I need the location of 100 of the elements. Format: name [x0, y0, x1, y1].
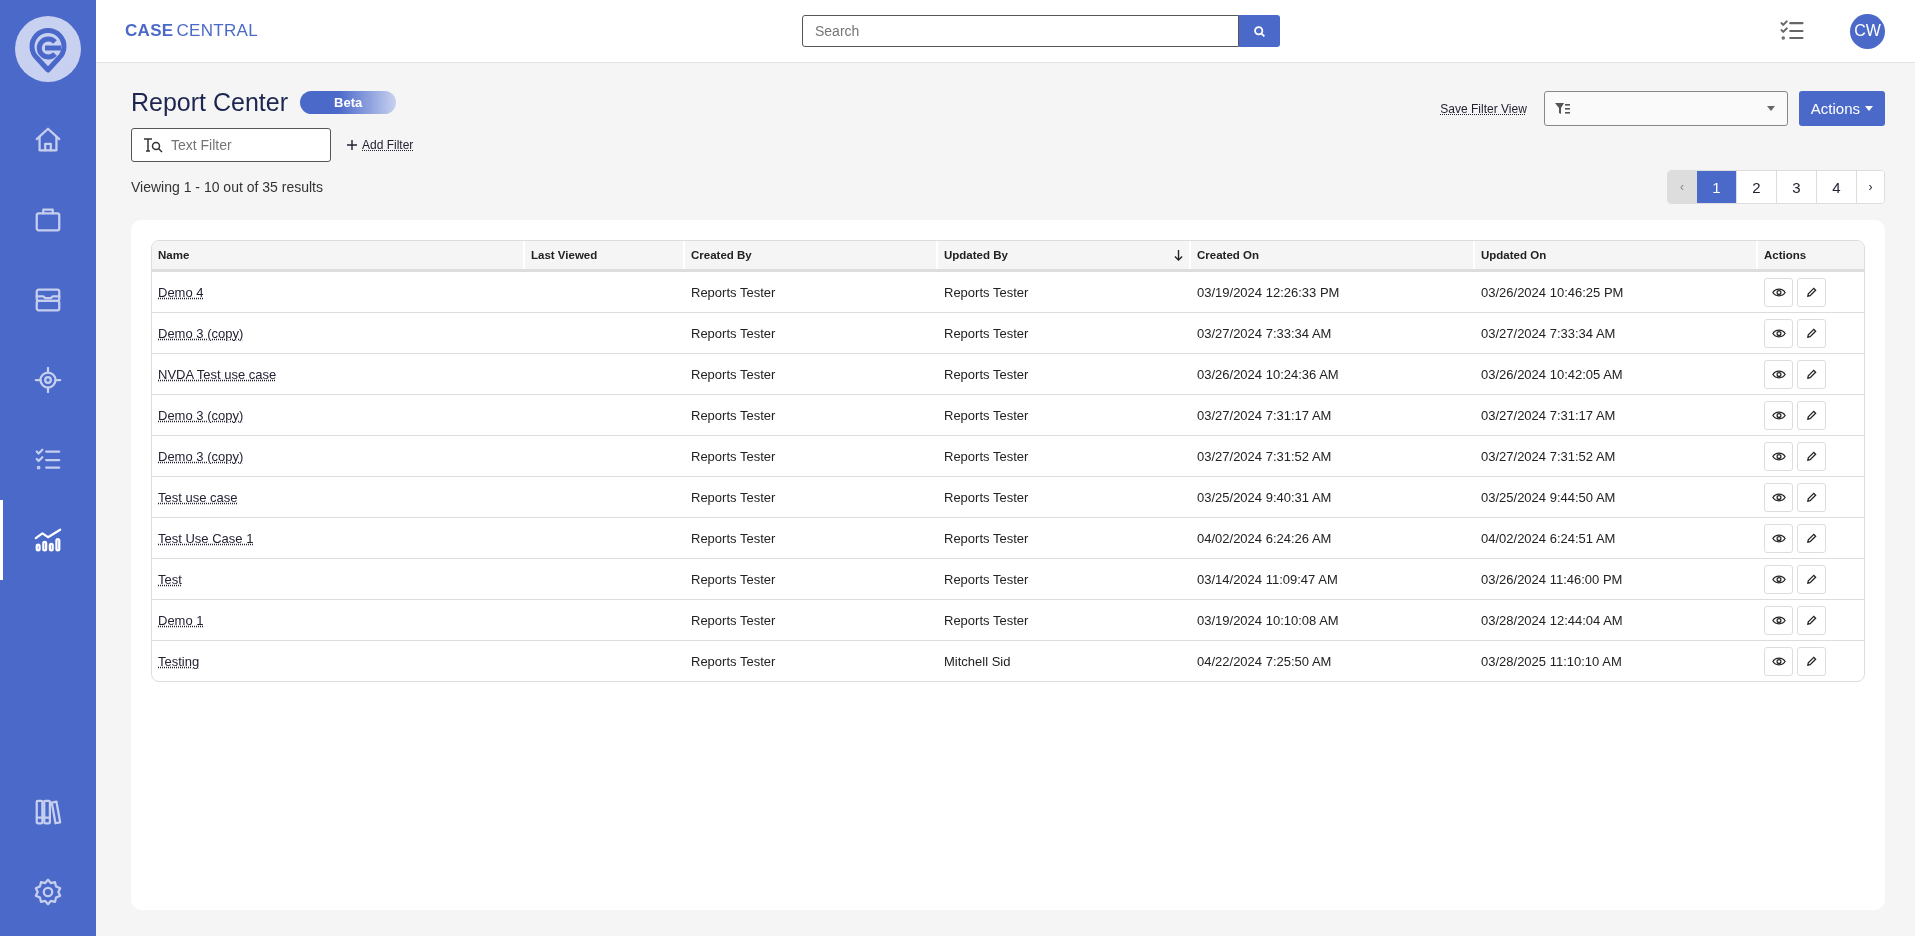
table-cell: Reports Tester — [944, 366, 1029, 382]
table-cell: Reports Tester — [691, 284, 776, 300]
pencil-icon — [1806, 573, 1817, 585]
column-header[interactable]: Updated By — [944, 249, 1008, 261]
edit-button[interactable] — [1797, 400, 1826, 430]
report-name-link[interactable]: Test Use Case 1 — [158, 530, 254, 546]
view-button[interactable] — [1764, 400, 1793, 430]
view-button[interactable] — [1764, 605, 1793, 635]
result-summary: Viewing 1 - 10 out of 35 results — [131, 179, 323, 195]
search-field[interactable]: Search — [802, 15, 1239, 47]
view-button[interactable] — [1764, 359, 1793, 389]
table-cell: Reports Tester — [691, 612, 776, 628]
next-page-button[interactable]: › — [1856, 171, 1884, 203]
table-cell: Reports Tester — [691, 366, 776, 382]
edit-button[interactable] — [1797, 646, 1826, 676]
report-name-link[interactable]: Demo 1 — [158, 612, 204, 628]
settings-icon — [33, 877, 63, 907]
table-cell: 03/14/2024 11:09:47 AM — [1197, 571, 1338, 587]
search-button[interactable] — [1239, 15, 1280, 47]
table-cell: Reports Tester — [944, 489, 1029, 505]
table-cell: Reports Tester — [944, 448, 1029, 464]
sort-down-arrow-icon[interactable] — [1174, 249, 1183, 261]
text-search-icon — [142, 137, 164, 153]
table-cell: Reports Tester — [691, 407, 776, 423]
page-title: Report Center — [131, 88, 289, 117]
add-filter-link[interactable]: Add Filter — [347, 138, 414, 152]
pencil-icon — [1806, 450, 1817, 462]
pencil-icon — [1806, 532, 1817, 544]
save-filter-view-link[interactable]: Save Filter View — [1440, 101, 1527, 116]
table-cell: 03/27/2024 7:31:52 AM — [1481, 448, 1616, 464]
view-button[interactable] — [1764, 564, 1793, 594]
view-button[interactable] — [1764, 441, 1793, 471]
pencil-icon — [1806, 327, 1817, 339]
books-icon — [33, 797, 63, 827]
edit-button[interactable] — [1797, 523, 1826, 553]
table-cell: Reports Tester — [691, 448, 776, 464]
table-cell: Reports Tester — [944, 284, 1029, 300]
table-cell: 03/27/2024 7:33:34 AM — [1481, 325, 1616, 341]
edit-button[interactable] — [1797, 605, 1826, 635]
eye-icon — [1771, 327, 1786, 339]
report-name-link[interactable]: Test — [158, 571, 182, 587]
table-cell: 04/22/2024 7:25:50 AM — [1197, 653, 1332, 669]
table-cell: 03/19/2024 12:26:33 PM — [1197, 284, 1340, 300]
table-cell: 03/26/2024 10:46:25 PM — [1481, 284, 1624, 300]
brand-wordmark[interactable]: CASE — [125, 21, 174, 40]
table-cell: 03/25/2024 9:44:50 AM — [1481, 489, 1616, 505]
table-cell: Reports Tester — [944, 530, 1029, 546]
column-header[interactable]: Actions — [1764, 249, 1807, 261]
table-cell: Mitchell Sid — [944, 653, 1011, 669]
column-header[interactable]: Last Viewed — [531, 249, 598, 261]
report-name-link[interactable]: Test use case — [158, 489, 238, 505]
table-cell: 03/26/2024 10:42:05 AM — [1481, 366, 1623, 382]
brand-wordmark[interactable]: CENTRAL — [176, 21, 258, 40]
user-avatar[interactable]: CW — [1850, 13, 1885, 49]
table-cell: 03/27/2024 7:33:34 AM — [1197, 325, 1332, 341]
filter-list-icon — [1554, 102, 1571, 115]
report-name-link[interactable]: NVDA Test use case — [158, 366, 277, 382]
edit-button[interactable] — [1797, 441, 1826, 471]
eye-icon — [1771, 614, 1786, 626]
table-cell: Reports Tester — [691, 653, 776, 669]
pencil-icon — [1806, 655, 1817, 667]
eye-icon — [1771, 491, 1786, 503]
plus-icon — [347, 140, 357, 150]
edit-button[interactable] — [1797, 359, 1826, 389]
column-header[interactable]: Name — [158, 249, 190, 261]
column-header[interactable]: Updated On — [1481, 249, 1547, 261]
column-header[interactable]: Created On — [1197, 249, 1259, 261]
filter-view-dropdown[interactable] — [1543, 91, 1788, 126]
table-cell: 04/02/2024 6:24:51 AM — [1481, 530, 1616, 546]
report-name-link[interactable]: Testing — [158, 653, 200, 669]
view-button[interactable] — [1764, 277, 1793, 307]
report-name-link[interactable]: Demo 3 (copy) — [158, 325, 244, 341]
logo-icon[interactable] — [15, 16, 81, 82]
report-name-link[interactable]: Demo 3 (copy) — [158, 448, 244, 464]
table-cell: 03/27/2024 7:31:52 AM — [1197, 448, 1332, 464]
table-cell: 03/27/2024 7:31:17 AM — [1481, 407, 1616, 423]
text-filter-field[interactable]: Text Filter — [131, 128, 331, 162]
actions-button[interactable]: Actions — [1798, 91, 1885, 126]
eye-icon — [1771, 409, 1786, 421]
eye-icon — [1771, 573, 1786, 585]
view-button[interactable] — [1764, 523, 1793, 553]
edit-button[interactable] — [1797, 482, 1826, 512]
column-header[interactable]: Created By — [691, 249, 752, 261]
table-cell: Reports Tester — [944, 407, 1029, 423]
pencil-icon — [1806, 368, 1817, 380]
report-name-link[interactable]: Demo 4 — [158, 284, 204, 300]
search-icon — [1253, 24, 1266, 38]
eye-icon — [1771, 450, 1786, 462]
eye-icon — [1771, 368, 1786, 380]
pencil-icon — [1806, 286, 1817, 298]
edit-button[interactable] — [1797, 564, 1826, 594]
view-button[interactable] — [1764, 482, 1793, 512]
view-button[interactable] — [1764, 646, 1793, 676]
eye-icon — [1771, 655, 1786, 667]
view-button[interactable] — [1764, 318, 1793, 348]
eye-icon — [1771, 286, 1786, 298]
report-name-link[interactable]: Demo 3 (copy) — [158, 407, 244, 423]
page-button[interactable]: 1 — [1696, 171, 1736, 203]
edit-button[interactable] — [1797, 277, 1826, 307]
edit-button[interactable] — [1797, 318, 1826, 348]
